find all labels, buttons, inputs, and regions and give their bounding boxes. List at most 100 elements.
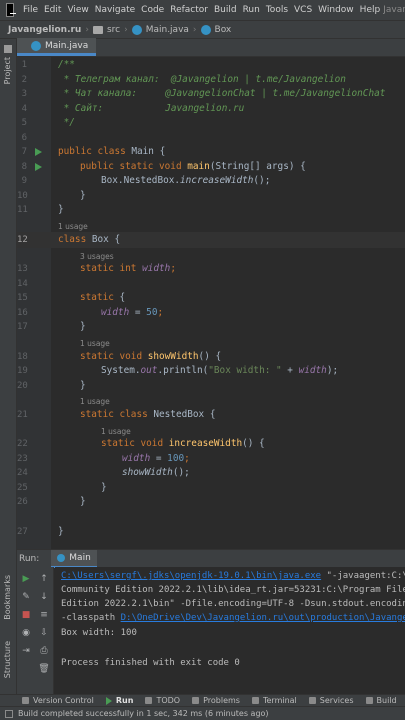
breadcrumb-class-label: Box [214, 24, 232, 35]
stop-icon[interactable]: ■ [20, 609, 32, 621]
menu-tools[interactable]: Tools [263, 5, 291, 15]
left-tool-strip: Project Bookmarks Structure [0, 39, 17, 694]
menu-edit[interactable]: Edit [41, 5, 64, 15]
code-line: class Box { [58, 234, 121, 245]
java-class-icon [131, 24, 142, 35]
code-line: } [80, 321, 86, 332]
usage-hint[interactable]: 1 usage [101, 427, 131, 436]
code-line: } [58, 204, 64, 215]
menu-build[interactable]: Build [211, 5, 240, 15]
services-icon [308, 697, 316, 704]
breadcrumb-file[interactable]: Main.java [128, 24, 193, 35]
line-number: 5 [21, 118, 27, 128]
breadcrumb-project[interactable]: Javangelion.ru [0, 25, 85, 35]
problems-button[interactable]: Problems [192, 696, 240, 705]
rerun-icon[interactable]: ▶ [20, 573, 32, 585]
window-icon[interactable] [5, 709, 13, 718]
console-line: -classpath D:\OneDrive\Dev\Javangelion.r… [61, 613, 405, 623]
line-number: 6 [21, 133, 27, 143]
project-tool-button[interactable]: Project [3, 57, 12, 84]
editor-tabs: Main.java [17, 38, 405, 57]
line-number: 14 [17, 279, 28, 289]
run-tab-label: Main [69, 552, 91, 563]
build-button[interactable]: Build [365, 696, 397, 705]
classpath-link[interactable]: D:\OneDrive\Dev\Javangelion.ru\out\produ… [121, 613, 405, 623]
scroll-up-icon[interactable]: ↑ [38, 573, 50, 585]
code-line: showWidth(); [122, 467, 190, 478]
project-tool-icon[interactable] [4, 45, 12, 53]
code-line: * Телеграм канал: @Javangelion | t.me/Ja… [58, 74, 346, 85]
java-class-icon [200, 24, 211, 35]
menu-code[interactable]: Code [138, 5, 167, 15]
intellij-logo-icon[interactable] [6, 3, 16, 17]
menu-vcs[interactable]: VCS [291, 5, 315, 15]
branch-icon [22, 697, 29, 704]
line-number: 17 [17, 322, 28, 332]
usage-hint[interactable]: 1 usage [80, 339, 110, 348]
code-line: static void showWidth() { [80, 351, 222, 362]
line-number: 7 [21, 147, 27, 157]
run-tab-main[interactable]: Main [51, 549, 97, 568]
usage-hint[interactable]: 1 usage [58, 222, 88, 231]
code-line: System.out.println("Box width: " + width… [101, 365, 339, 376]
menu-help[interactable]: Help [357, 5, 384, 15]
code-line: } [80, 496, 86, 507]
run-main-icon[interactable] [35, 163, 42, 171]
version-control-button[interactable]: Version Control [22, 696, 94, 705]
terminal-button[interactable]: Terminal [251, 696, 297, 705]
line-number: 18 [17, 352, 28, 362]
usage-hint[interactable]: 1 usage [80, 397, 110, 406]
services-button[interactable]: Services [308, 696, 354, 705]
code-editor[interactable]: 1 2 3 4 5 6 7 8 9 10 11 12 13 14 15 16 1… [17, 57, 405, 549]
bookmarks-tool-button[interactable]: Bookmarks [3, 575, 12, 620]
run-class-icon[interactable] [35, 148, 42, 156]
status-bar: Build completed successfully in 1 sec, 3… [0, 706, 405, 720]
code-line: static int width; [80, 263, 176, 274]
console-output[interactable]: C:\Users\sergf\.jdks\openjdk-19.0.1\bin\… [55, 567, 405, 694]
code-line: } [58, 526, 64, 537]
run-panel-label: Run: [19, 553, 40, 564]
usage-hint[interactable]: 3 usages [80, 252, 114, 261]
line-number: 27 [17, 527, 28, 537]
line-number: 4 [21, 104, 27, 114]
java-path-link[interactable]: C:\Users\sergf\.jdks\openjdk-19.0.1\bin\… [61, 571, 321, 581]
soft-wrap-icon[interactable]: ≡ [38, 609, 50, 621]
breadcrumb-class[interactable]: Box [197, 24, 236, 35]
console-line: C:\Users\sergf\.jdks\openjdk-19.0.1\bin\… [61, 571, 405, 581]
code-line: width = 100; [122, 453, 190, 464]
scroll-down-icon[interactable]: ↓ [38, 591, 50, 603]
menu-bar: File Edit View Navigate Code Refactor Bu… [0, 0, 405, 20]
tab-label: Main.java [45, 40, 89, 51]
exit-icon[interactable]: ⇥ [20, 645, 32, 657]
line-number: 25 [17, 483, 28, 493]
line-number: 21 [17, 410, 28, 420]
camera-icon[interactable]: ◉ [20, 627, 32, 639]
run-tool-button[interactable]: Run [105, 696, 133, 705]
todo-button[interactable]: TODO [145, 696, 180, 705]
menu-file[interactable]: File [20, 5, 41, 15]
hammer-icon [365, 697, 373, 704]
code-line: static { [80, 292, 126, 303]
menu-navigate[interactable]: Navigate [92, 5, 138, 15]
structure-tool-button[interactable]: Structure [3, 641, 12, 678]
line-number: 22 [17, 439, 28, 449]
print-icon[interactable]: ⎙ [38, 645, 50, 657]
menu-run[interactable]: Run [240, 5, 263, 15]
breadcrumb-folder[interactable]: src [89, 25, 124, 35]
tab-main-java[interactable]: Main.java [17, 38, 97, 56]
line-number: 9 [21, 176, 27, 186]
line-number: 10 [17, 191, 28, 201]
menu-view[interactable]: View [64, 5, 91, 15]
code-line: width = 50; [101, 307, 164, 318]
warning-icon [192, 697, 200, 704]
delete-icon[interactable]: 🗑 [38, 663, 50, 675]
menu-window[interactable]: Window [315, 5, 357, 15]
scroll-to-end-icon[interactable]: ⇩ [38, 627, 50, 639]
console-line: Edition 2022.2.1\bin" -Dfile.encoding=UT… [61, 599, 405, 609]
breadcrumb: Javangelion.ru › src › Main.java › Box [0, 20, 405, 39]
wrench-icon[interactable]: ✎ [20, 591, 32, 603]
code-line: * Чат канала: @JavangelionChat | t.me/Ja… [58, 88, 386, 99]
menu-refactor[interactable]: Refactor [167, 5, 211, 15]
code-line: } [80, 190, 86, 201]
line-number: 19 [17, 366, 28, 376]
